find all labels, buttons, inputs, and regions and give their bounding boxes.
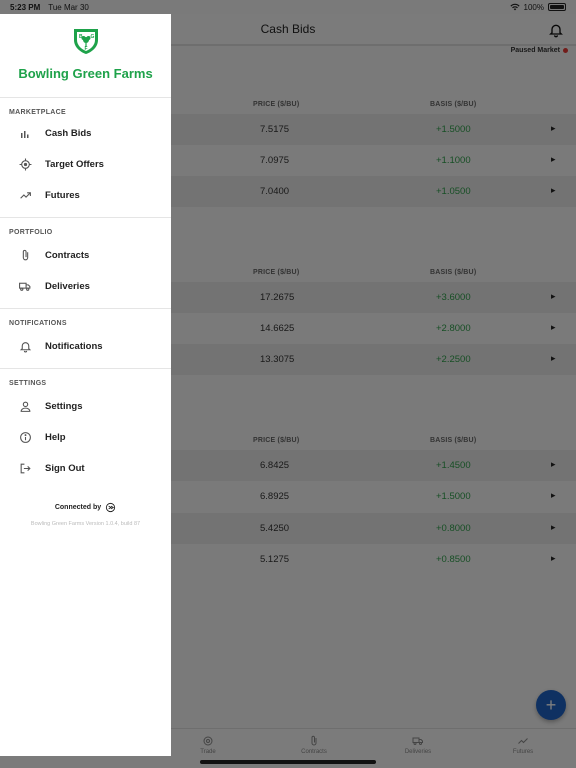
bar-chart-icon [18, 127, 32, 141]
drawer-item-target-offers[interactable]: Target Offers [0, 149, 171, 180]
drawer-item-label: Settings [45, 401, 83, 412]
info-icon [18, 431, 32, 445]
status-date: Tue Mar 30 [48, 2, 89, 12]
drawer-item-deliveries[interactable]: Deliveries [0, 271, 171, 302]
logo-letter: G [90, 34, 94, 40]
partner-logo-icon [106, 502, 116, 513]
logo-letter: F [84, 46, 87, 52]
drawer-item-sign-out[interactable]: Sign Out [0, 453, 171, 484]
drawer-item-label: Target Offers [45, 159, 104, 170]
drawer-item-label: Sign Out [45, 463, 85, 474]
drawer-item-cash-bids[interactable]: Cash Bids [0, 118, 171, 149]
divider [0, 308, 171, 309]
home-indicator[interactable] [200, 760, 376, 764]
logo-letter: B [79, 34, 83, 40]
divider [0, 217, 171, 218]
wifi-icon [509, 3, 520, 11]
status-bar: 5:23 PM Tue Mar 30 100% [0, 0, 576, 14]
brand-header: B G F Bowling Green Farms [0, 14, 171, 98]
app-version: Bowling Green Farms Version 1.0.4, build… [30, 521, 141, 527]
divider [0, 368, 171, 369]
drawer-item-contracts[interactable]: Contracts [0, 240, 171, 271]
brand-name: Bowling Green Farms [18, 66, 153, 81]
connected-by-label: Connected by [54, 504, 102, 511]
paperclip-icon [18, 249, 32, 263]
drawer-item-notifications[interactable]: Notifications [0, 331, 171, 362]
trend-up-icon [18, 189, 32, 203]
user-icon [18, 400, 32, 414]
nav-drawer: B G F Bowling Green Farms MARKETPLACE Ca… [0, 14, 171, 756]
truck-icon [18, 280, 32, 294]
drawer-item-settings[interactable]: Settings [0, 391, 171, 422]
battery-icon [548, 3, 566, 11]
drawer-item-label: Notifications [45, 341, 103, 352]
group-label-notifications: NOTIFICATIONS [9, 320, 67, 327]
drawer-item-label: Deliveries [45, 281, 90, 292]
drawer-item-label: Help [45, 432, 66, 443]
drawer-item-help[interactable]: Help [0, 422, 171, 453]
drawer-item-label: Cash Bids [45, 128, 92, 139]
sign-out-icon [18, 462, 32, 476]
battery-percent: 100% [523, 2, 544, 12]
drawer-item-futures[interactable]: Futures [0, 180, 171, 211]
status-time: 5:23 PM [10, 2, 41, 12]
drawer-item-label: Contracts [45, 250, 90, 261]
target-icon [18, 158, 32, 172]
group-label-marketplace: MARKETPLACE [9, 109, 66, 116]
group-label-settings: SETTINGS [9, 380, 47, 387]
connected-by: Connected by [0, 502, 171, 513]
group-label-portfolio: PORTFOLIO [9, 229, 53, 236]
bell-icon [18, 340, 32, 354]
drawer-item-label: Futures [45, 190, 80, 201]
shield-logo-icon: B G F [73, 29, 98, 54]
